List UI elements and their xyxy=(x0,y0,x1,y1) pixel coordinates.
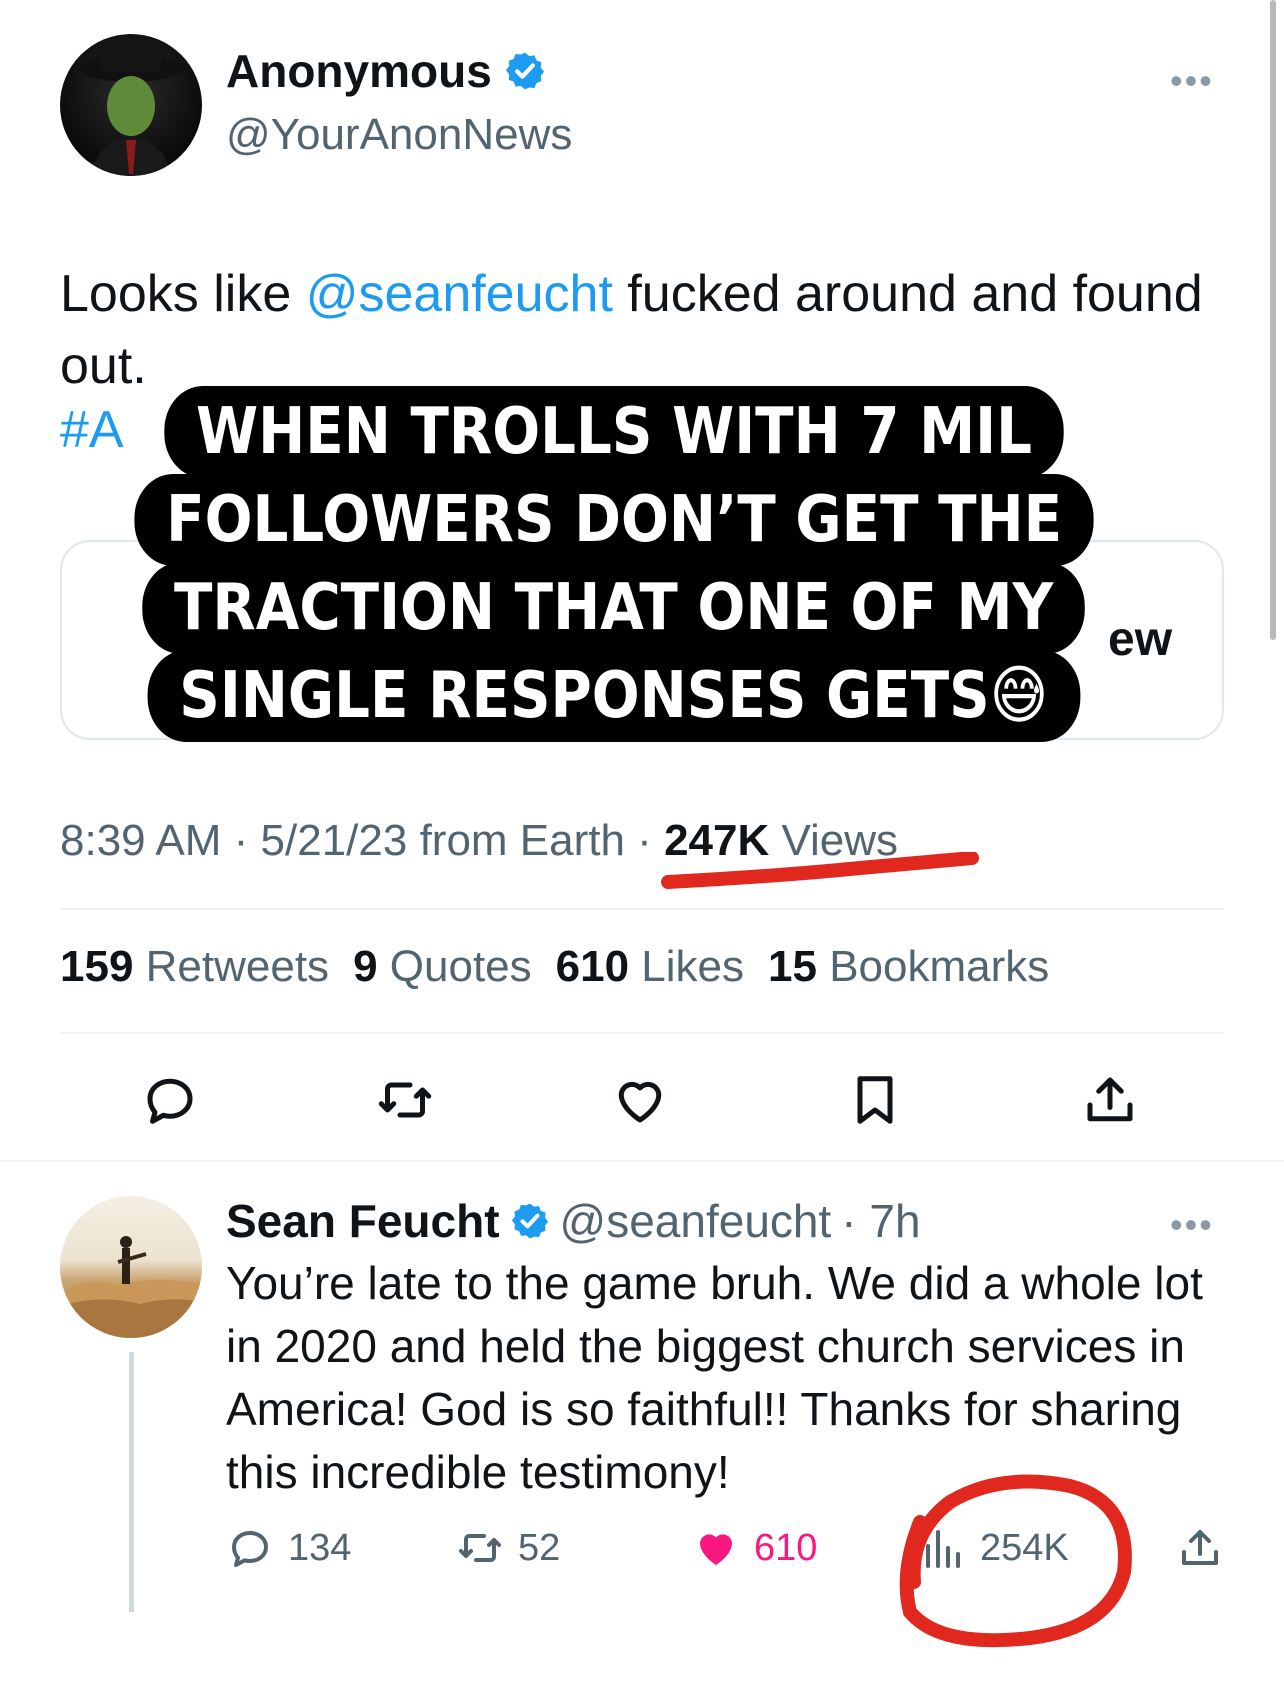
divider xyxy=(0,1160,1284,1162)
bookmark-icon[interactable] xyxy=(845,1070,905,1130)
caption-overlay: WHEN TROLLS WITH 7 MIL FOLLOWERS DON’T G… xyxy=(84,386,1144,742)
share-icon xyxy=(1182,1530,1218,1565)
retweet-action[interactable]: 52 xyxy=(456,1524,560,1572)
reply-time[interactable]: · 7h xyxy=(841,1194,920,1248)
scrollbar[interactable] xyxy=(1270,0,1276,640)
display-name[interactable]: Sean Feucht xyxy=(226,1194,500,1248)
reply-action[interactable]: 134 xyxy=(226,1524,351,1572)
red-circle-annotation xyxy=(899,1474,1132,1648)
share-icon[interactable] xyxy=(1080,1070,1140,1130)
likes-label: Likes xyxy=(629,942,745,991)
retweet-icon xyxy=(459,1534,501,1562)
divider xyxy=(60,908,1224,910)
like-count: 610 xyxy=(754,1526,818,1569)
tweet-stats: 159 Retweets 9 Quotes 610 Likes 15 Bookmark… xyxy=(60,942,1049,992)
caption-line: SINGLE RESPONSES GETS😅 xyxy=(147,650,1081,742)
tweet-text-before: Looks like xyxy=(60,265,306,323)
display-name-text: Anonymous xyxy=(226,45,492,97)
retweets-stat[interactable]: 159 Retweets xyxy=(60,942,329,991)
caption-line: TRACTION THAT ONE OF MY xyxy=(142,562,1086,654)
timestamp[interactable]: 8:39 AM · 5/21/23 from Earth · xyxy=(60,816,664,865)
share-action[interactable] xyxy=(1176,1524,1224,1572)
quotes-count: 9 xyxy=(353,942,378,991)
tweet-text: Looks like @seanfeucht fucked around and… xyxy=(60,258,1220,402)
retweet-icon[interactable] xyxy=(375,1070,435,1130)
like-heart-icon[interactable] xyxy=(610,1070,670,1130)
retweet-count: 52 xyxy=(518,1526,561,1569)
retweets-label: Retweets xyxy=(133,942,330,991)
avatar[interactable] xyxy=(60,1196,202,1338)
divider xyxy=(60,1032,1224,1034)
caption-line: FOLLOWERS DON’T GET THE xyxy=(134,474,1094,566)
verified-badge-icon xyxy=(511,1203,548,1239)
handle[interactable]: @seanfeucht xyxy=(560,1194,832,1248)
bookmarks-stat[interactable]: 15 Bookmarks xyxy=(768,942,1049,991)
bookmarks-label: Bookmarks xyxy=(816,942,1050,991)
bookmarks-count: 15 xyxy=(768,942,817,991)
verified-badge-icon xyxy=(505,52,544,90)
like-action[interactable]: 610 xyxy=(692,1524,817,1572)
caption-line: WHEN TROLLS WITH 7 MIL xyxy=(164,386,1064,478)
mention-link[interactable]: @seanfeucht xyxy=(306,265,613,323)
display-name[interactable]: Anonymous xyxy=(226,44,546,98)
reply-icon xyxy=(232,1531,268,1567)
likes-count: 610 xyxy=(555,942,630,991)
liked-heart-icon xyxy=(700,1534,732,1565)
quotes-stat[interactable]: 9 Quotes xyxy=(353,942,532,991)
avatar[interactable] xyxy=(60,34,202,176)
quotes-label: Quotes xyxy=(377,942,532,991)
tweet-actions xyxy=(140,1070,1140,1130)
more-options-icon[interactable]: ••• xyxy=(1170,60,1214,102)
likes-stat[interactable]: 610 Likes xyxy=(556,942,744,991)
handle[interactable]: @YourAnonNews xyxy=(226,110,572,160)
red-underline-annotation xyxy=(661,852,979,889)
retweets-count: 159 xyxy=(60,942,134,991)
more-options-icon[interactable]: ••• xyxy=(1170,1204,1214,1246)
reply-header: Sean Feucht @seanfeucht · 7h xyxy=(226,1194,921,1248)
person-with-guitar-icon xyxy=(60,1236,202,1338)
thread-line xyxy=(129,1352,134,1612)
anonymous-mask-icon xyxy=(79,44,183,176)
reply-icon[interactable] xyxy=(140,1070,200,1130)
reply-count: 134 xyxy=(288,1526,352,1569)
